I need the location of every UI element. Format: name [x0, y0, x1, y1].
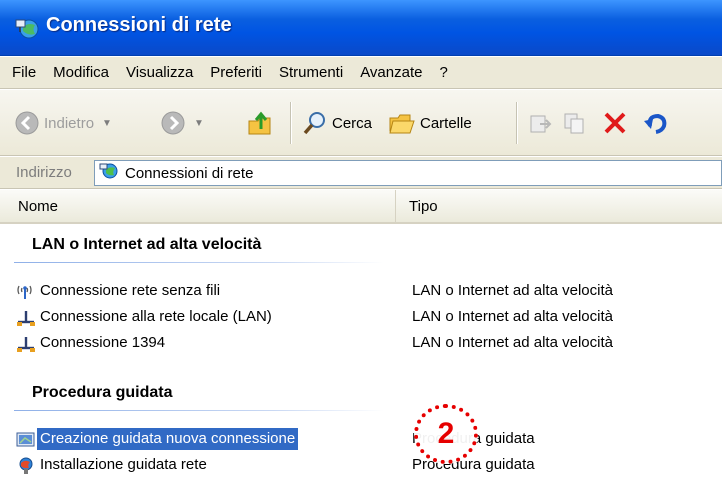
network-setup-wizard-icon: [16, 457, 36, 475]
menu-strumenti[interactable]: Strumenti: [279, 64, 343, 81]
undo-icon: [642, 110, 668, 136]
item-name: Installazione guidata rete: [40, 456, 207, 473]
network-connections-icon: [14, 16, 40, 42]
step-callout: 2: [414, 404, 478, 464]
copy-to-button[interactable]: [562, 90, 588, 156]
list-item-lan[interactable]: Connessione alla rete locale (LAN) LAN o…: [16, 306, 706, 330]
group-header-wizard: Procedura guidata: [32, 384, 173, 401]
folders-label: Cartelle: [420, 114, 472, 132]
search-label: Cerca: [332, 114, 373, 132]
column-header-name[interactable]: Nome: [0, 190, 396, 222]
list-item-network-setup-wizard[interactable]: Installazione guidata rete Procedura gui…: [16, 454, 706, 478]
list-item-wireless[interactable]: Connessione rete senza fili LAN o Intern…: [16, 280, 706, 304]
back-button[interactable]: Indietro ▼: [14, 90, 112, 156]
menu-preferiti[interactable]: Preferiti: [210, 64, 262, 81]
forward-button[interactable]: ▼: [160, 90, 204, 156]
back-arrow-icon: [14, 110, 40, 136]
item-name: Connessione rete senza fili: [40, 282, 221, 299]
folders-icon: [388, 110, 416, 136]
new-connection-wizard-icon: [16, 431, 36, 449]
group-divider: [14, 410, 384, 411]
search-button[interactable]: Cerca: [302, 90, 372, 156]
column-header-type[interactable]: Tipo: [397, 190, 438, 222]
delete-x-icon: [602, 110, 628, 136]
copy-to-icon: [562, 110, 588, 136]
undo-button[interactable]: [642, 90, 668, 156]
address-bar: Indirizzo Connessioni di rete: [0, 157, 722, 189]
wireless-icon: [16, 283, 36, 301]
item-type: LAN o Internet ad alta velocità: [412, 334, 613, 351]
item-name: Connessione alla rete locale (LAN): [40, 308, 272, 325]
item-name: Connessione 1394: [40, 334, 166, 351]
lan-icon: [16, 309, 36, 327]
window-title: Connessioni di rete: [46, 14, 232, 36]
menu-help[interactable]: ?: [439, 64, 447, 81]
item-type: LAN o Internet ad alta velocità: [412, 282, 613, 299]
list-item-new-connection-wizard[interactable]: Creazione guidata nuova connessione Proc…: [16, 428, 706, 452]
lan-icon: [16, 335, 36, 353]
move-to-icon: [528, 110, 554, 136]
back-label: Indietro: [44, 114, 95, 132]
item-type: LAN o Internet ad alta velocità: [412, 308, 613, 325]
folders-button[interactable]: Cartelle: [388, 90, 472, 156]
toolbar-separator: [290, 102, 291, 144]
search-magnifier-icon: [302, 110, 328, 136]
address-label: Indirizzo: [16, 164, 72, 181]
list-item-1394[interactable]: Connessione 1394 LAN o Internet ad alta …: [16, 332, 706, 356]
menu-bar: File Modifica Visualizza Preferiti Strum…: [0, 57, 722, 89]
delete-button[interactable]: [602, 90, 628, 156]
menu-modifica[interactable]: Modifica: [53, 64, 109, 81]
title-bar: Connessioni di rete: [0, 0, 722, 56]
column-headers: Nome Tipo: [0, 190, 722, 224]
up-folder-button[interactable]: [246, 90, 274, 156]
toolbar: Indietro ▼ ▼ Cerca Cartelle: [0, 90, 722, 156]
menu-file[interactable]: File: [12, 64, 36, 81]
forward-arrow-icon: [160, 110, 186, 136]
menu-avanzate[interactable]: Avanzate: [360, 64, 422, 81]
address-value: Connessioni di rete: [125, 164, 254, 182]
folder-up-icon: [246, 109, 274, 137]
menu-visualizza[interactable]: Visualizza: [126, 64, 193, 81]
item-name: Creazione guidata nuova connessione: [37, 428, 299, 450]
back-dropdown-icon[interactable]: ▼: [102, 118, 112, 129]
forward-dropdown-icon[interactable]: ▼: [194, 118, 204, 129]
toolbar-separator: [516, 102, 517, 144]
move-to-button[interactable]: [528, 90, 554, 156]
group-header-lan: LAN o Internet ad alta velocità: [32, 236, 262, 253]
group-divider: [14, 262, 384, 263]
network-connections-icon: [99, 161, 119, 185]
address-field[interactable]: Connessioni di rete: [94, 160, 722, 186]
